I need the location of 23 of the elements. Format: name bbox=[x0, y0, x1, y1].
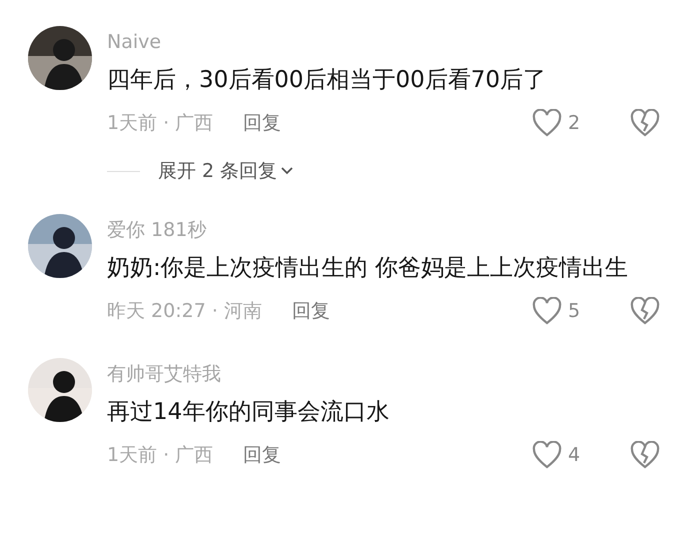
reply-button[interactable]: 回复 bbox=[243, 110, 282, 136]
username[interactable]: 有帅哥艾特我 bbox=[107, 360, 690, 388]
caret-icon bbox=[281, 167, 294, 175]
like-count: 2 bbox=[568, 112, 582, 134]
comment-text: 奶奶:你是上次疫情出生的 你爸妈是上上次疫情出生 bbox=[107, 254, 630, 283]
comment-time: 昨天 20:27 · 河南 bbox=[107, 299, 262, 324]
like-count: 5 bbox=[568, 300, 582, 322]
reply-button[interactable]: 回复 bbox=[243, 442, 282, 468]
heart-icon[interactable] bbox=[532, 297, 562, 325]
broken-heart-icon[interactable] bbox=[630, 441, 660, 469]
comment-time: 1天前 · 广西 bbox=[107, 443, 214, 468]
broken-heart-icon[interactable] bbox=[630, 109, 660, 137]
comment-text: 四年后，30后看00后相当于00后看70后了 bbox=[107, 66, 548, 95]
broken-heart-icon[interactable] bbox=[630, 297, 660, 325]
heart-icon[interactable] bbox=[532, 441, 562, 469]
username[interactable]: 爱你 181秒 bbox=[107, 216, 690, 244]
like-count: 4 bbox=[568, 444, 582, 466]
comment-time: 1天前 · 广西 bbox=[107, 111, 214, 136]
heart-icon[interactable] bbox=[532, 109, 562, 137]
comment-text: 再过14年你的同事会流口水 bbox=[107, 398, 390, 427]
expand-replies-button[interactable]: 展开 2 条回复 bbox=[107, 158, 690, 184]
reply-button[interactable]: 回复 bbox=[292, 298, 330, 324]
username[interactable]: Naive bbox=[107, 28, 690, 56]
